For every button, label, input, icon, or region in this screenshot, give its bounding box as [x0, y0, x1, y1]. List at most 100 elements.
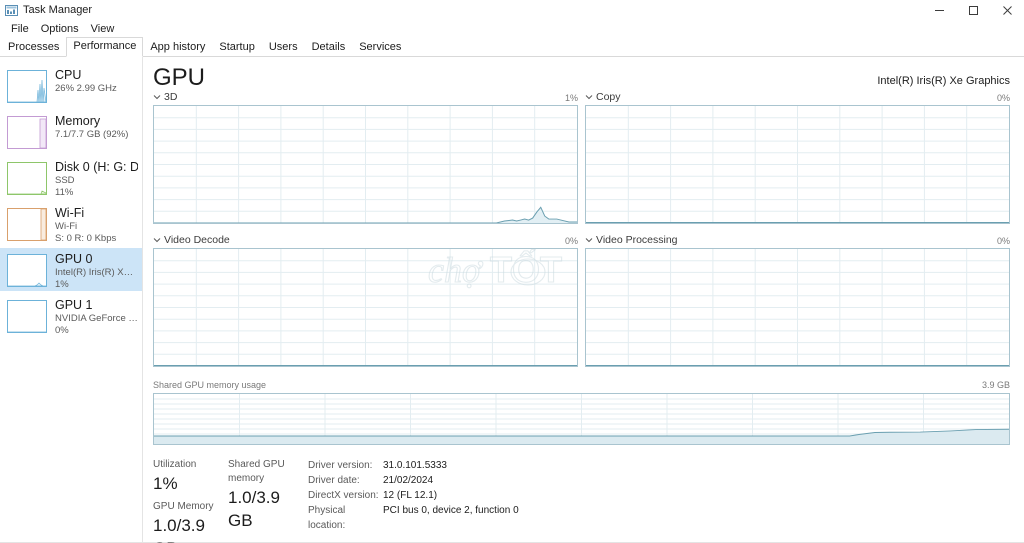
info-row-driver-version: Driver version: 31.0.101.5333	[308, 458, 519, 473]
info-key: Driver date:	[308, 475, 360, 486]
maximize-icon[interactable]	[956, 0, 990, 20]
sidebar-sub-wifi-rate: S: 0 R: 0 Kbps	[55, 233, 117, 244]
engine-video-processing-plot	[585, 248, 1010, 367]
info-row-driver-date: Driver date: 21/02/2024	[308, 473, 519, 488]
engine-3d-value: 1%	[564, 93, 578, 103]
performance-sidebar: CPU 26% 2.99 GHz Memory 7.1/7.7 GB (92%)	[0, 57, 143, 542]
chevron-down-icon[interactable]	[153, 93, 161, 101]
sidebar-label-gpu0: GPU 0	[55, 252, 93, 266]
chevron-down-icon[interactable]	[585, 93, 593, 101]
page-title: GPU	[153, 64, 206, 91]
gpu0-mini-graph	[7, 254, 47, 287]
engine-copy: Copy 0%	[585, 91, 1010, 224]
tab-bar: Processes Performance App history Startu…	[0, 37, 1024, 57]
sidebar-sub-gpu0-usage: 1%	[55, 279, 69, 290]
sidebar-item-gpu1[interactable]: GPU 1 NVIDIA GeForce MX... 0%	[0, 294, 142, 337]
tab-startup[interactable]: Startup	[212, 38, 261, 57]
engine-copy-label-row: Copy 0%	[585, 91, 1010, 105]
sidebar-label-memory: Memory	[55, 114, 101, 128]
tab-processes[interactable]: Processes	[1, 38, 66, 57]
sidebar-label-disk0: Disk 0 (H: G: D: C:)	[55, 160, 138, 174]
gpu-device-name: Intel(R) Iris(R) Xe Graphics	[877, 75, 1010, 87]
menu-file[interactable]: File	[5, 21, 35, 37]
minimize-icon[interactable]	[922, 0, 956, 20]
info-row-physical-location: Physical location: PCI bus 0, device 2, …	[308, 503, 519, 533]
menu-view[interactable]: View	[85, 21, 121, 37]
sidebar-sub-disk0-usage: 11%	[55, 187, 74, 198]
memory-mini-graph	[7, 116, 47, 149]
shared-memory-stat-label: Shared GPU memory	[228, 459, 285, 484]
tab-users[interactable]: Users	[262, 38, 305, 57]
gpu-info-table: Driver version: 31.0.101.5333 Driver dat…	[308, 458, 519, 543]
window-controls	[922, 0, 1024, 20]
chevron-down-icon[interactable]	[585, 236, 593, 244]
sidebar-item-memory[interactable]: Memory 7.1/7.7 GB (92%)	[0, 110, 142, 153]
gpu-stats: Utilization 1% GPU Memory 1.0/3.9 GB Sha…	[153, 445, 1010, 543]
engine-3d-title: 3D	[164, 91, 178, 103]
info-value: 21/02/2024	[383, 475, 434, 486]
cpu-mini-graph	[7, 70, 47, 103]
sidebar-sub-disk0-type: SSD	[55, 175, 75, 186]
info-value: 31.0.101.5333	[383, 460, 447, 471]
engine-row-1: 3D 1% Copy 0%	[153, 91, 1010, 224]
engine-copy-value: 0%	[996, 93, 1010, 103]
shared-memory-label-row: Shared GPU memory usage 3.9 GB	[153, 379, 1010, 393]
engine-row-2: Video Decode 0% Video Processing 0%	[153, 234, 1010, 367]
sidebar-item-gpu0[interactable]: GPU 0 Intel(R) Iris(R) Xe Gra... 1%	[0, 248, 142, 291]
sidebar-sub-gpu1-usage: 0%	[55, 325, 69, 336]
info-key: DirectX version:	[308, 490, 379, 501]
engine-video-decode-plot	[153, 248, 578, 367]
gpu-detail-pane: GPU Intel(R) Iris(R) Xe Graphics 3D 1% C…	[143, 57, 1024, 543]
utilization-label: Utilization	[153, 459, 197, 470]
title-bar: Task Manager	[0, 0, 1024, 20]
engine-3d-label-row: 3D 1%	[153, 91, 578, 105]
engine-video-decode-value: 0%	[564, 236, 578, 246]
tab-performance[interactable]: Performance	[66, 37, 144, 57]
gpu-memory-label: GPU Memory	[153, 501, 214, 512]
engine-3d-plot	[153, 105, 578, 224]
sidebar-label-gpu1: GPU 1	[55, 298, 93, 312]
engine-video-processing-value: 0%	[996, 236, 1010, 246]
chevron-down-icon[interactable]	[153, 236, 161, 244]
engine-video-processing-label-row: Video Processing 0%	[585, 234, 1010, 248]
sidebar-sub-memory: 7.1/7.7 GB (92%)	[55, 129, 129, 140]
stat-shared-memory: Shared GPU memory 1.0/3.9 GB	[228, 458, 308, 543]
wifi-mini-graph	[7, 208, 47, 241]
task-manager-icon	[5, 4, 18, 17]
menu-options[interactable]: Options	[35, 21, 85, 37]
stat-utilization: Utilization 1% GPU Memory 1.0/3.9 GB	[153, 458, 228, 543]
tab-services[interactable]: Services	[352, 38, 408, 57]
sidebar-item-wifi[interactable]: Wi-Fi Wi-Fi S: 0 R: 0 Kbps	[0, 202, 142, 245]
sidebar-label-cpu: CPU	[55, 68, 82, 82]
shared-gpu-memory-plot	[153, 393, 1010, 445]
content-area: CPU 26% 2.99 GHz Memory 7.1/7.7 GB (92%)	[0, 57, 1024, 543]
close-icon[interactable]	[990, 0, 1024, 20]
info-value: PCI bus 0, device 2, function 0	[383, 505, 519, 516]
engine-copy-title: Copy	[596, 91, 621, 103]
tab-app-history[interactable]: App history	[143, 38, 212, 57]
sidebar-sub-wifi-name: Wi-Fi	[55, 221, 78, 232]
sidebar-sub-gpu0-name: Intel(R) Iris(R) Xe Gra...	[55, 267, 138, 278]
shared-memory-title: Shared GPU memory usage	[153, 380, 267, 390]
info-key: Physical location:	[308, 505, 346, 531]
gpu-memory-value: 1.0/3.9 GB	[153, 516, 205, 543]
engine-video-processing-title: Video Processing	[596, 234, 678, 246]
info-key: Driver version:	[308, 460, 373, 471]
gpu1-mini-graph	[7, 300, 47, 333]
engine-video-decode-title: Video Decode	[164, 234, 230, 246]
engine-copy-plot	[585, 105, 1010, 224]
menu-bar: File Options View	[0, 20, 1024, 38]
tab-details[interactable]: Details	[305, 38, 353, 57]
engine-3d: 3D 1%	[153, 91, 578, 224]
sidebar-label-wifi: Wi-Fi	[55, 206, 85, 220]
shared-memory-stat-value: 1.0/3.9 GB	[228, 488, 280, 530]
engine-video-decode-label-row: Video Decode 0%	[153, 234, 578, 248]
sidebar-item-disk0[interactable]: Disk 0 (H: G: D: C:) SSD 11%	[0, 156, 142, 199]
info-row-directx-version: DirectX version: 12 (FL 12.1)	[308, 488, 519, 503]
engine-video-decode: Video Decode 0%	[153, 234, 578, 367]
sidebar-sub-gpu1-name: NVIDIA GeForce MX...	[55, 313, 138, 324]
sidebar-item-cpu[interactable]: CPU 26% 2.99 GHz	[0, 64, 142, 107]
info-value: 12 (FL 12.1)	[383, 490, 438, 501]
shared-gpu-memory-block: Shared GPU memory usage 3.9 GB	[153, 379, 1010, 445]
engine-video-processing: Video Processing 0%	[585, 234, 1010, 367]
